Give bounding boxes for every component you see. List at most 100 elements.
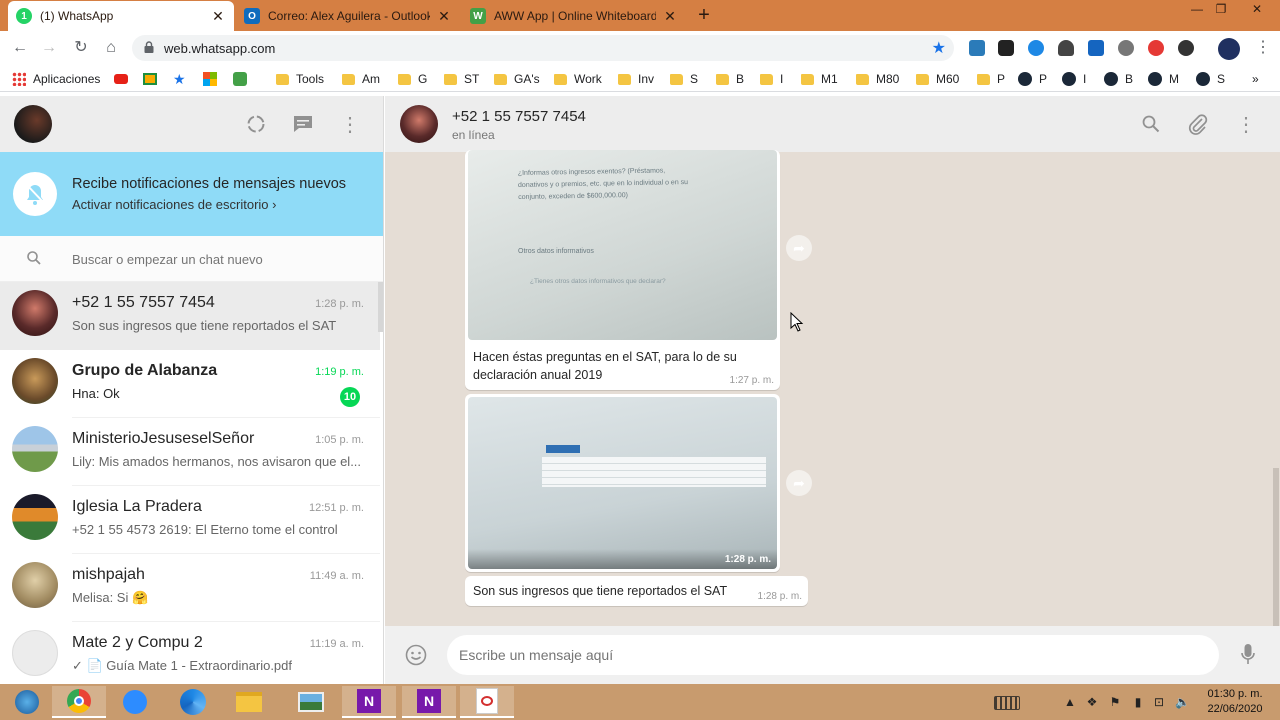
bookmark-folder[interactable]: ST (444, 71, 479, 87)
notification-banner[interactable]: Recibe notificaciones de mensajes nuevos… (0, 152, 383, 236)
close-window-button[interactable]: ✕ (1238, 0, 1276, 18)
extension-calendar-icon[interactable] (1088, 40, 1104, 56)
folder-icon (716, 73, 729, 85)
reload-icon[interactable]: ↻ (70, 37, 92, 59)
message-photo[interactable]: 1:28 p. m. (468, 397, 777, 569)
bookmark-folder[interactable]: B (716, 71, 744, 87)
microphone-icon[interactable] (1241, 643, 1255, 667)
bookmark-folder[interactable]: Am (342, 71, 380, 87)
menu-icon[interactable]: ⋮ (340, 112, 360, 137)
extension-blue-circle-icon[interactable] (1028, 40, 1044, 56)
my-profile-avatar[interactable] (14, 105, 52, 143)
status-icon[interactable] (246, 114, 266, 134)
bookmark-apps[interactable]: Aplicaciones (12, 71, 100, 87)
chat-row[interactable]: Iglesia La Pradera 12:51 p. m. +52 1 55 … (0, 486, 380, 554)
contact-avatar[interactable] (400, 105, 438, 143)
taskbar-photos[interactable] (284, 686, 338, 718)
new-chat-icon[interactable] (293, 115, 313, 133)
bookmark-folder[interactable]: G (398, 71, 427, 87)
bookmark-folder[interactable]: S (670, 71, 698, 87)
image-message: ¿Informas otros ingresos exentos? (Prést… (465, 150, 780, 390)
bookmark-steam[interactable]: M (1148, 71, 1179, 87)
chat-row[interactable]: Mate 2 y Compu 2 11:19 a. m. ✓ 📄 Guía Ma… (0, 622, 380, 684)
extension-grid-icon[interactable] (1118, 40, 1134, 56)
attach-icon[interactable] (1188, 113, 1208, 135)
extension-dark-icon[interactable] (998, 40, 1014, 56)
volume-icon[interactable]: 🔈 (1175, 695, 1190, 709)
bookmark-aww[interactable] (233, 71, 254, 87)
bookmark-folder[interactable]: M60 (916, 71, 959, 87)
search-input[interactable] (72, 248, 362, 270)
taskbar-onenote-2[interactable]: N (402, 686, 456, 718)
chat-list-scrollbar[interactable] (378, 282, 383, 332)
bookmark-folder[interactable]: Tools (276, 71, 324, 87)
bookmark-star[interactable]: ★ (173, 71, 186, 87)
emoji-icon[interactable] (405, 644, 427, 666)
bookmark-steam[interactable]: S (1196, 71, 1225, 87)
bookmark-steam[interactable]: I (1062, 71, 1086, 87)
bookmark-classroom[interactable] (143, 71, 164, 87)
extension-database-icon[interactable] (1058, 40, 1074, 56)
extension-globe-icon[interactable] (1178, 40, 1194, 56)
bookmark-star-icon[interactable]: ★ (932, 38, 946, 58)
menu-icon[interactable]: ⋮ (1236, 112, 1256, 137)
chat-row[interactable]: +52 1 55 7557 7454 1:28 p. m. Son sus in… (0, 282, 380, 350)
bookmark-office[interactable] (203, 71, 224, 87)
bookmark-folder[interactable]: GA's (494, 71, 540, 87)
tab-aww-app[interactable]: W AWW App | Online Whiteboard f ✕ (462, 1, 686, 31)
tab-outlook[interactable]: O Correo: Alex Aguilera - Outlook ✕ (236, 1, 460, 31)
bookmark-folder[interactable]: M80 (856, 71, 899, 87)
chat-row[interactable]: Grupo de Alabanza 1:19 p. m. Hna: Ok 10 (0, 350, 380, 418)
bookmark-folder[interactable]: Inv (618, 71, 654, 87)
address-bar[interactable]: web.whatsapp.com ★ (132, 35, 954, 61)
battery-icon[interactable]: ▮ (1131, 695, 1145, 709)
bookmark-steam[interactable]: P (1018, 71, 1047, 87)
forward-icon[interactable]: → (38, 37, 60, 59)
extension-gift-icon[interactable] (969, 40, 985, 56)
taskbar-file-explorer[interactable] (222, 686, 276, 718)
taskbar-app[interactable] (166, 686, 220, 718)
start-button[interactable] (0, 686, 54, 718)
system-clock[interactable]: 01:30 p. m. 22/06/2020 (1198, 687, 1272, 717)
bookmark-folder[interactable]: I (760, 71, 783, 87)
tab-whatsapp[interactable]: 1 (1) WhatsApp ✕ (8, 1, 234, 31)
message-photo[interactable]: ¿Informas otros ingresos exentos? (Prést… (468, 150, 777, 340)
profile-avatar[interactable] (1218, 38, 1240, 60)
restore-button[interactable]: ❐ (1206, 0, 1236, 18)
back-icon[interactable]: ← (9, 37, 31, 59)
network-icon[interactable]: ⊡ (1152, 695, 1166, 709)
browser-menu-icon[interactable]: ⋮ (1252, 37, 1274, 59)
chat-row[interactable]: mishpajah 11:49 a. m. Melisa: Si 🤗 (0, 554, 380, 622)
bookmark-folder[interactable]: M1 (801, 71, 838, 87)
close-tab-icon[interactable]: ✕ (210, 8, 226, 25)
close-tab-icon[interactable]: ✕ (436, 8, 452, 25)
photos-icon (298, 692, 324, 712)
taskbar-zoom[interactable] (108, 686, 162, 718)
search-icon[interactable] (1142, 115, 1160, 133)
forward-icon[interactable]: ➦ (786, 470, 812, 496)
tray-expand-icon[interactable]: ▲ (1063, 695, 1077, 709)
conversation-scrollbar[interactable] (1273, 468, 1279, 626)
dropbox-icon[interactable]: ❖ (1085, 695, 1099, 709)
tab-title: Correo: Alex Aguilera - Outlook (268, 9, 430, 23)
forward-icon[interactable]: ➦ (786, 235, 812, 261)
keyboard-icon[interactable] (994, 696, 1020, 710)
notification-link[interactable]: Activar notificaciones de escritorio › (72, 197, 276, 212)
message-input[interactable] (447, 635, 1219, 675)
bookmark-folder[interactable]: Work (554, 71, 602, 87)
bookmark-steam[interactable]: B (1104, 71, 1133, 87)
folder-icon (398, 73, 411, 85)
new-tab-button[interactable]: + (694, 5, 714, 25)
tray-icon[interactable]: ⚑ (1108, 695, 1122, 709)
more-bookmarks-icon[interactable]: » (1252, 71, 1259, 87)
contact-name[interactable]: +52 1 55 7557 7454 (452, 108, 586, 125)
taskbar-chrome[interactable] (52, 686, 106, 718)
taskbar-acrobat[interactable] (460, 686, 514, 718)
chat-row[interactable]: MinisterioJesuseselSeñor 1:05 p. m. Lily… (0, 418, 380, 486)
bookmark-youtube[interactable] (114, 71, 135, 87)
home-icon[interactable]: ⌂ (100, 37, 122, 59)
taskbar-onenote[interactable]: N (342, 686, 396, 718)
bookmark-folder[interactable]: P (977, 71, 1005, 87)
opera-icon[interactable] (1148, 40, 1164, 56)
close-tab-icon[interactable]: ✕ (662, 8, 678, 25)
